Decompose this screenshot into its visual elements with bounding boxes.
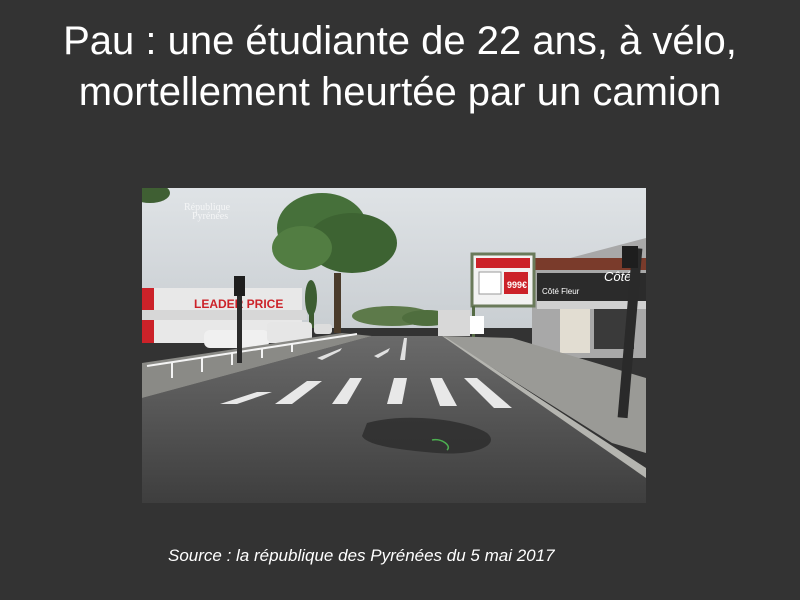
shop-sign-sub: Côté Fleur [542,287,580,296]
source-caption: Source : la république des Pyrénées du 5… [168,546,555,565]
watermark-line2: Pyrénées [192,211,228,222]
billboard-price: 999€ [507,280,527,290]
street-photo: LEADER PRICE Côté Côté Fleur 999€ Républ… [142,188,646,503]
slide-title: Pau : une étudiante de 22 ans, à vélo, m… [63,19,737,114]
shop-sign: Côté [604,269,631,284]
truck [438,310,470,336]
